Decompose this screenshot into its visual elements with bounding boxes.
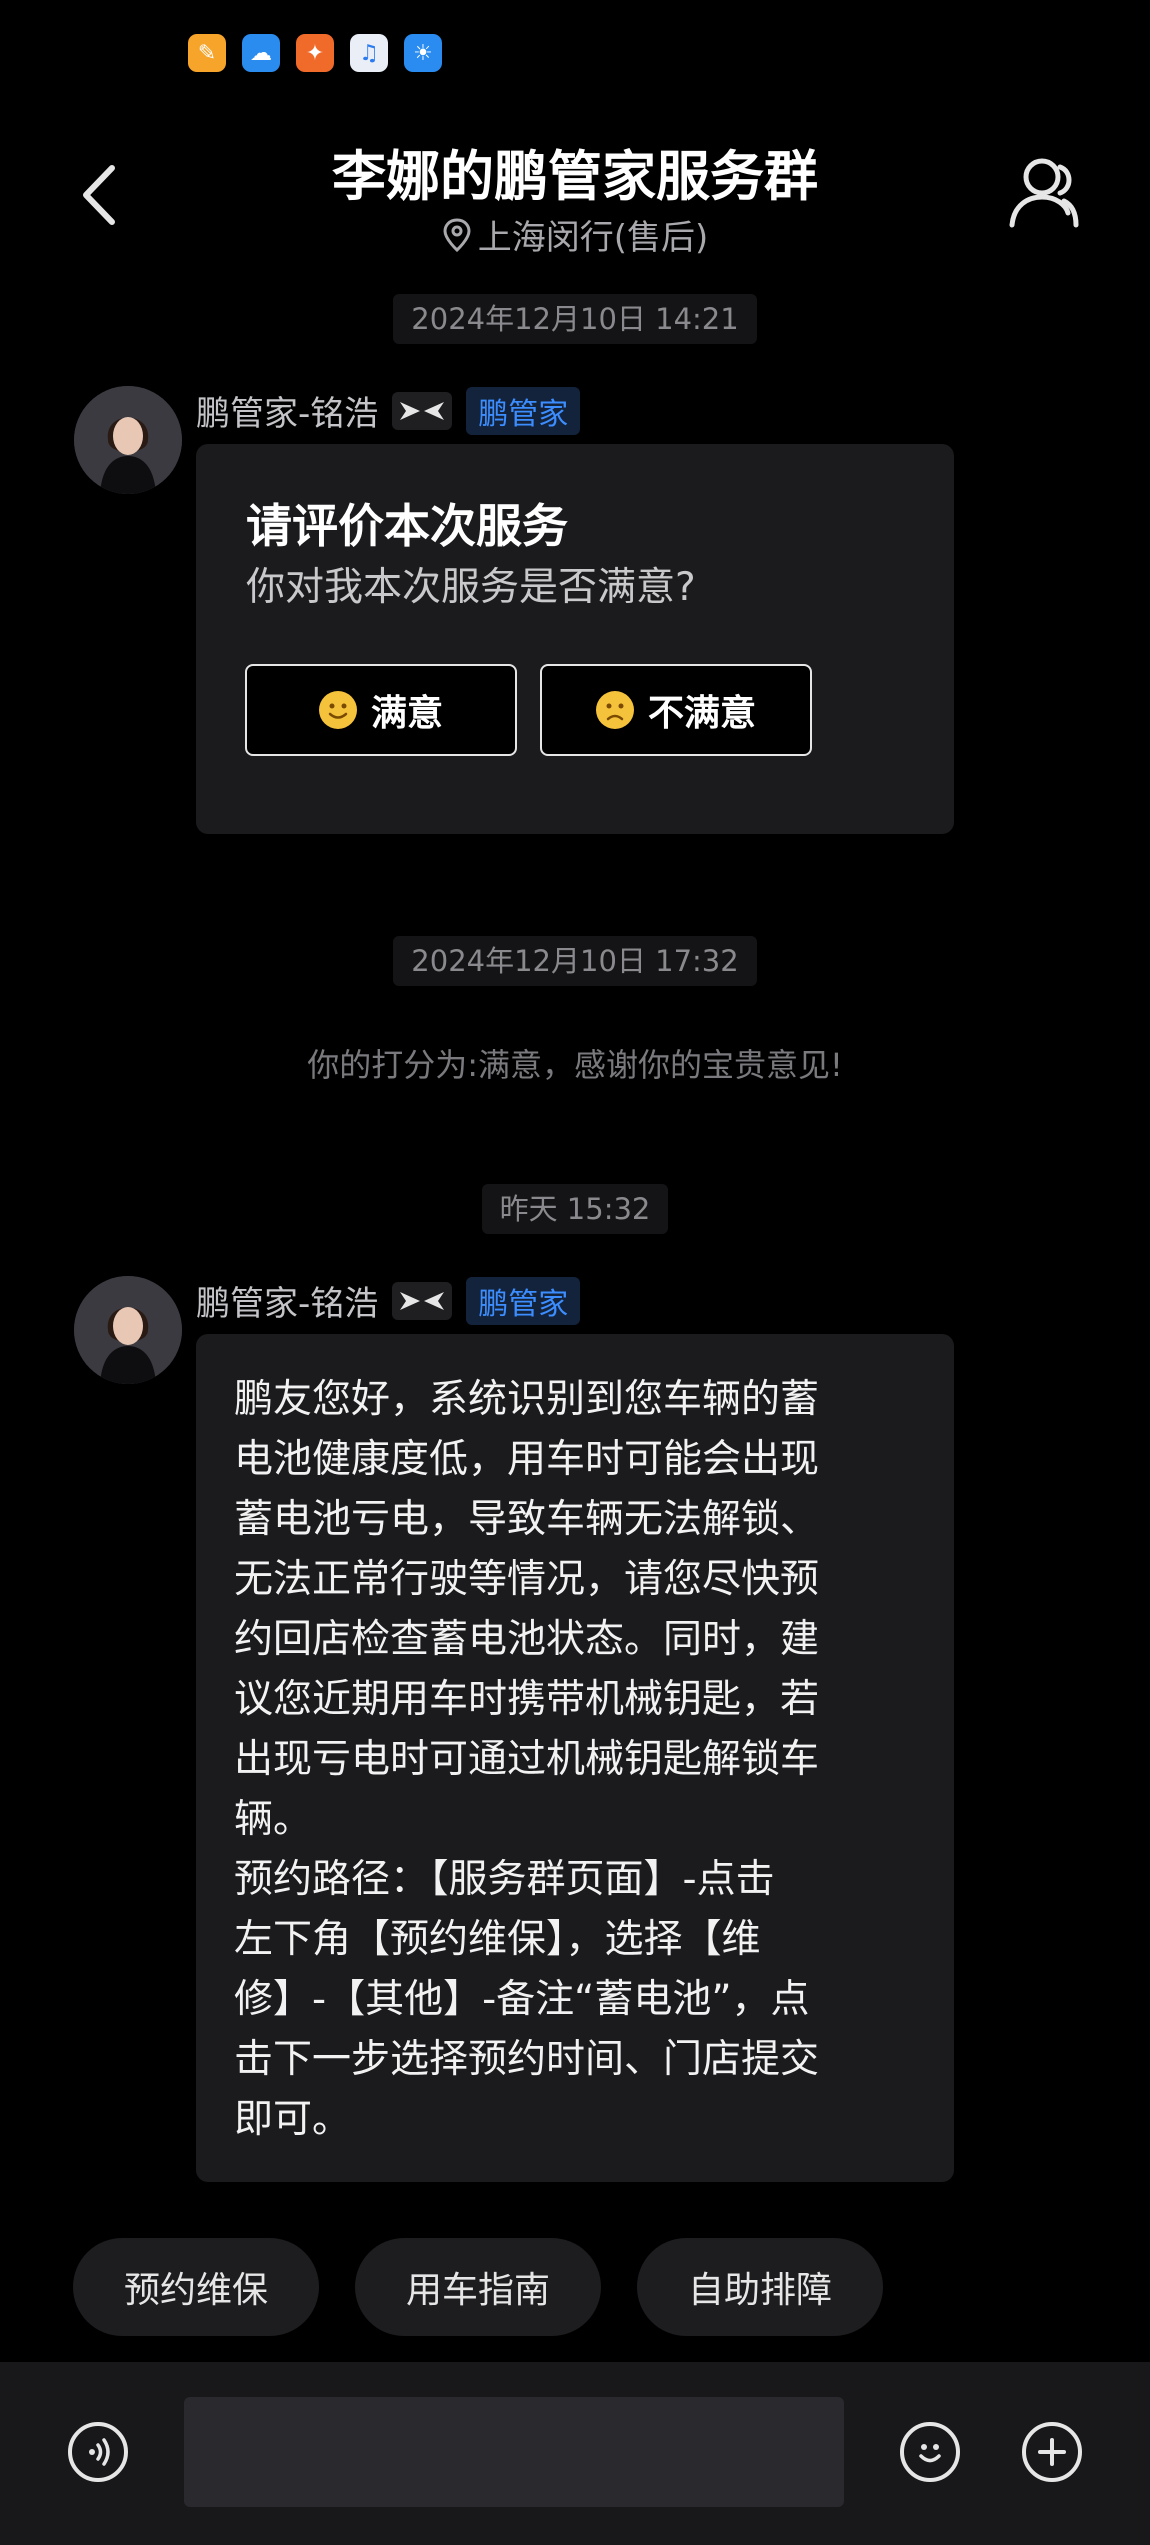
weather-app-icon: ☀ <box>404 34 442 72</box>
quick-action-car-guide[interactable]: 用车指南 <box>355 2238 601 2336</box>
satisfied-label: 满意 <box>370 693 443 734</box>
text-message-bubble[interactable]: 鹏友您好，系统识别到您车辆的蓄 电池健康度低，用车时可能会出现 蓄电池亏电，导致… <box>196 1334 954 2182</box>
group-members-button[interactable] <box>1006 155 1080 235</box>
gift-app-icon: ✦ <box>296 34 334 72</box>
plus-icon <box>1038 2438 1066 2466</box>
sender-row: 鹏管家-铭浩 鹏管家 <box>196 1276 581 1325</box>
timestamp: 2024年12月10日 14:21 <box>393 294 757 344</box>
sender-name: 鹏管家-铭浩 <box>196 394 379 434</box>
emoji-icon <box>919 2444 941 2463</box>
emoji-button[interactable] <box>900 2422 960 2482</box>
location-pin-icon <box>443 217 471 252</box>
avatar-image <box>74 1276 182 1384</box>
voice-icon <box>89 2438 110 2466</box>
brand-logo-badge <box>392 391 453 430</box>
sad-emoji-icon <box>595 691 634 729</box>
message-input[interactable] <box>184 2397 844 2507</box>
unsatisfied-button[interactable]: 不满意 <box>540 664 812 756</box>
status-bar-app-icons: ✎ ☁ ✦ ♫ ☀ <box>188 34 442 72</box>
cloud-app-icon: ☁ <box>242 34 280 72</box>
rating-card: 请评价本次服务 你对我本次服务是否满意? 满意 不满意 <box>196 444 954 834</box>
music-app-icon: ♫ <box>350 34 388 72</box>
timestamp: 昨天 15:32 <box>481 1184 669 1234</box>
role-badge: 鹏管家 <box>466 1276 581 1325</box>
brand-logo-badge <box>392 1281 453 1320</box>
rating-card-subtitle: 你对我本次服务是否满意? <box>246 565 696 610</box>
xpeng-logo-icon <box>400 401 445 420</box>
role-badge: 鹏管家 <box>466 386 581 435</box>
location-text: 上海闵行(售后) <box>477 218 709 258</box>
group-location: 上海闵行(售后) <box>0 210 1150 259</box>
system-message: 你的打分为:满意，感谢你的宝贵意见! <box>307 1046 843 1084</box>
rating-card-title: 请评价本次服务 <box>246 499 568 553</box>
page-title: 李娜的鹏管家服务群 <box>332 145 818 208</box>
sender-name: 鹏管家-铭浩 <box>196 1284 379 1324</box>
yellow-app-icon: ✎ <box>188 34 226 72</box>
voice-input-button[interactable] <box>68 2422 128 2482</box>
smile-emoji-icon <box>318 691 357 729</box>
message-text: 鹏友您好，系统识别到您车辆的蓄 电池健康度低，用车时可能会出现 蓄电池亏电，导致… <box>234 1377 820 2142</box>
more-options-button[interactable] <box>1022 2422 1082 2482</box>
sender-row: 鹏管家-铭浩 鹏管家 <box>196 386 581 435</box>
avatar[interactable] <box>74 386 182 494</box>
satisfied-button[interactable]: 满意 <box>245 664 517 756</box>
unsatisfied-label: 不满意 <box>647 693 756 734</box>
xpeng-logo-icon <box>400 1291 445 1310</box>
avatar[interactable] <box>74 1276 182 1384</box>
avatar-image <box>74 386 182 494</box>
timestamp: 2024年12月10日 17:32 <box>393 936 757 986</box>
quick-action-book-maintenance[interactable]: 预约维保 <box>73 2238 319 2336</box>
quick-action-self-troubleshoot[interactable]: 自助排障 <box>637 2238 883 2336</box>
group-members-icon <box>1009 158 1079 228</box>
